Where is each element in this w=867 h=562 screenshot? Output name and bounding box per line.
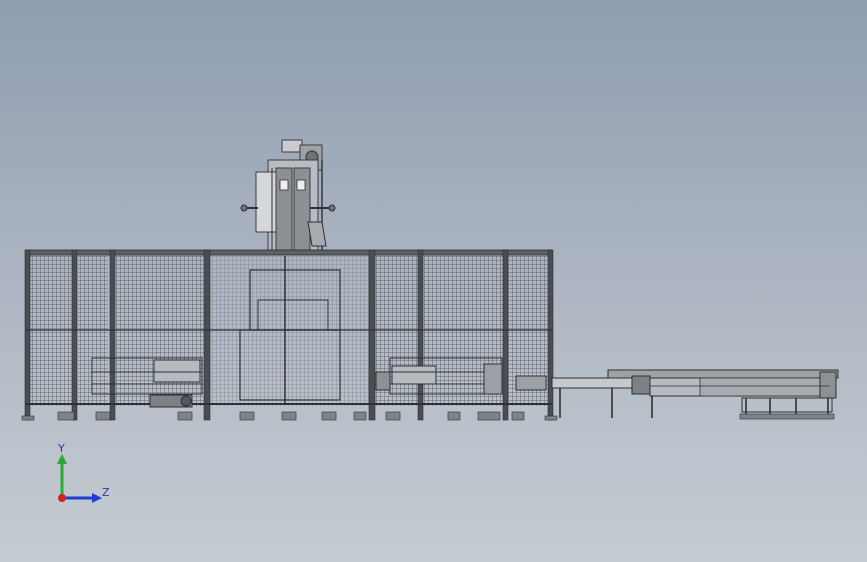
machine-assembly-drawing[interactable] bbox=[0, 0, 867, 562]
y-axis-arrowhead bbox=[57, 454, 67, 464]
outfeed-conveyor[interactable] bbox=[551, 369, 839, 420]
floor-feet bbox=[21, 411, 558, 421]
y-axis-label: Y bbox=[58, 442, 65, 455]
cad-viewport[interactable]: Y Z bbox=[0, 0, 867, 562]
lifting-tower[interactable] bbox=[240, 139, 336, 251]
origin-point bbox=[58, 494, 66, 502]
z-axis-arrowhead bbox=[92, 493, 102, 503]
z-axis-label: Z bbox=[102, 486, 110, 499]
